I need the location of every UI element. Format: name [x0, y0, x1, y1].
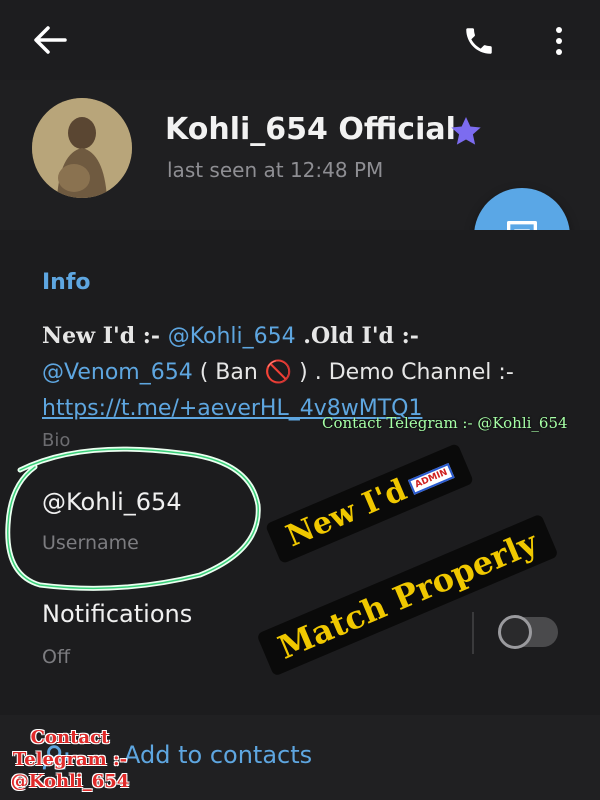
phone-icon	[466, 28, 492, 54]
notifications-row[interactable]: Notifications	[42, 600, 192, 628]
admin-badge: ADMIN	[407, 462, 455, 495]
bio-prefix: New I'd :-	[42, 323, 168, 349]
back-button[interactable]	[30, 22, 70, 58]
premium-star-icon	[448, 114, 484, 150]
top-bar	[0, 0, 600, 80]
watermark-bottom: Contact Telegram :- @Kohli_654	[10, 727, 130, 792]
avatar[interactable]	[32, 98, 132, 198]
highlight-scribble	[5, 446, 261, 591]
add-to-contacts-button[interactable]: Add to contacts	[124, 741, 312, 769]
watermark-top: Contact Telegram :- @Kohli_654	[322, 414, 568, 432]
profile-name: Kohli_654 Official	[165, 112, 456, 147]
bio-old: .Old I'd :-	[295, 323, 419, 349]
avatar-image	[32, 98, 132, 198]
bio-handle-link[interactable]: @Kohli_654	[168, 324, 296, 349]
notifications-status: Off	[42, 646, 71, 668]
more-button[interactable]	[544, 20, 574, 62]
more-vertical-icon	[556, 27, 562, 55]
bio-ban: ( Ban 🚫 ) . Demo Channel :-	[192, 360, 514, 385]
info-title: Info	[42, 270, 91, 295]
notifications-toggle[interactable]	[498, 615, 558, 649]
bio-old-handle-link[interactable]: @Venom_654	[42, 360, 193, 385]
bio-text: New I'd :- @Kohli_654 .Old I'd :- @Venom…	[42, 318, 572, 427]
call-button[interactable]	[458, 20, 500, 62]
arrow-left-icon	[34, 26, 67, 54]
last-seen-status: last seen at 12:48 PM	[167, 158, 384, 182]
toggle-knob	[498, 615, 532, 649]
divider	[472, 612, 474, 654]
